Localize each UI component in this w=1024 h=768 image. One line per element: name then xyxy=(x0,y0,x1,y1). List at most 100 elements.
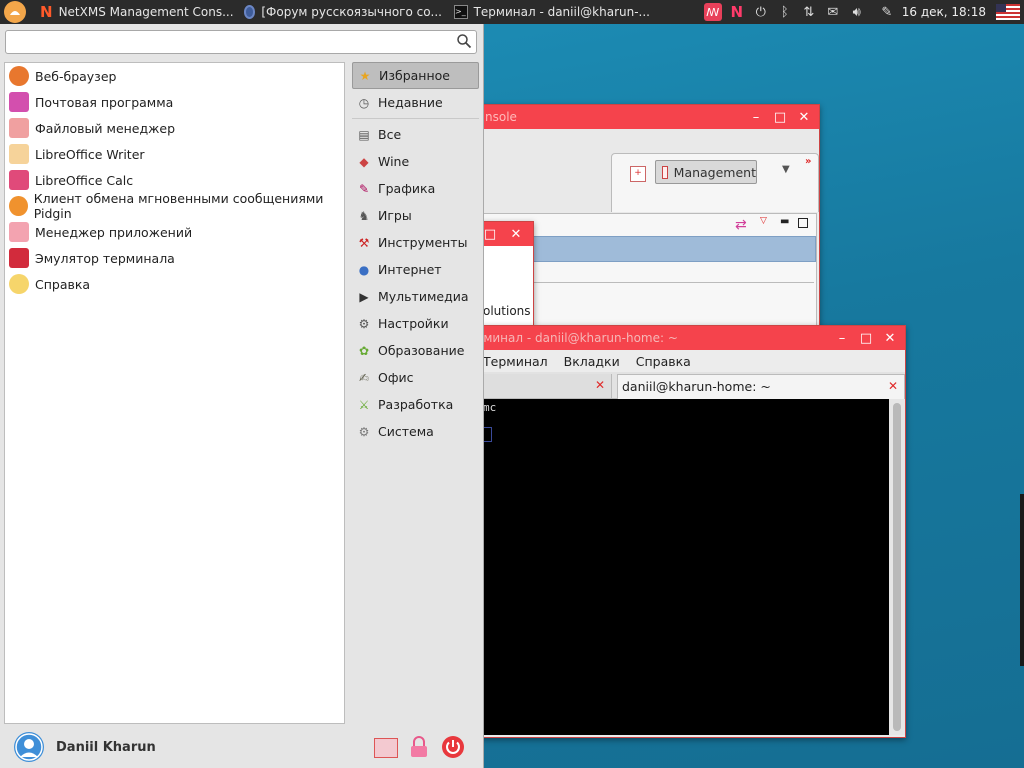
app-label: Веб-браузер xyxy=(35,68,117,84)
terminal-screen[interactable]: mc xyxy=(471,399,889,735)
app-label: Файловый менеджер xyxy=(35,120,176,136)
app-indicator-icon[interactable]: ꟿ xyxy=(703,3,722,21)
minimize-button[interactable]: – xyxy=(833,329,851,347)
terminal-titlebar[interactable]: Терминал - daniil@kharun-home: ~ – □ ✕ xyxy=(461,326,905,350)
taskbar-item-netxms[interactable]: N NetXMS Management Cons... xyxy=(34,0,238,24)
scrollbar-thumb[interactable] xyxy=(893,403,901,731)
view-maximize-icon[interactable] xyxy=(798,218,808,228)
category-settings[interactable]: ⚙ Настройки xyxy=(352,310,479,337)
app-item[interactable]: LibreOffice Writer xyxy=(5,141,344,167)
tab-close-icon[interactable]: ✕ xyxy=(595,378,605,392)
category-label: Интернет xyxy=(378,262,442,277)
app-label: Почтовая программа xyxy=(35,94,174,110)
terminal-window[interactable]: Терминал - daniil@kharun-home: ~ – □ ✕ Т… xyxy=(461,325,906,738)
menu-terminal[interactable]: Терминал xyxy=(483,354,548,369)
menu-bottom-bar: Daniil Kharun xyxy=(0,724,483,768)
taskbar-item-terminal[interactable]: >_ Терминал - daniil@kharun-... xyxy=(448,0,656,24)
settings-manager-icon[interactable] xyxy=(374,738,398,758)
category-label: Разработка xyxy=(378,397,454,412)
minimize-button[interactable]: – xyxy=(747,108,765,126)
overflow-icon[interactable]: » xyxy=(805,156,811,167)
mail-icon[interactable]: ✉ xyxy=(824,3,842,21)
category-label: Графика xyxy=(378,181,436,196)
network-icon[interactable]: ⇅ xyxy=(800,3,818,21)
app-item[interactable]: Менеджер приложений xyxy=(5,219,344,245)
app-menu: Веб-браузер Почтовая программа Файловый ме… xyxy=(0,24,484,768)
avatar[interactable] xyxy=(14,732,44,762)
menu-tabs[interactable]: Вкладки xyxy=(564,354,620,369)
task-label: Терминал - daniil@kharun-... xyxy=(473,5,650,19)
close-button[interactable]: ✕ xyxy=(795,108,813,126)
terminal-tab-1[interactable]: ✕ xyxy=(471,374,612,398)
pidgin-icon xyxy=(9,196,28,216)
category-all[interactable]: ▤ Все xyxy=(352,121,479,148)
education-icon: ✿ xyxy=(358,343,370,358)
category-graphics[interactable]: ✎ Графика xyxy=(352,175,479,202)
terminal-tab-2[interactable]: daniil@kharun-home: ~ ✕ xyxy=(617,374,905,399)
category-label: Недавние xyxy=(378,95,443,110)
maximize-button[interactable]: □ xyxy=(771,108,789,126)
chevron-down-icon[interactable]: ▼ xyxy=(782,164,790,175)
app-item[interactable]: Почтовая программа xyxy=(5,89,344,115)
app-item[interactable]: Справка xyxy=(5,271,344,297)
user-name: Daniil Kharun xyxy=(56,740,156,755)
category-internet[interactable]: ● Интернет xyxy=(352,256,479,283)
terminal-scrollbar[interactable] xyxy=(889,399,905,735)
app-item[interactable]: Клиент обмена мгновенными сообщениями Pi… xyxy=(5,191,344,221)
search-box[interactable] xyxy=(5,30,477,54)
app-list: Веб-браузер Почтовая программа Файловый ме… xyxy=(4,62,345,724)
category-star[interactable]: ★ Избранное xyxy=(352,62,479,89)
notes-icon[interactable]: ✎ xyxy=(878,3,896,21)
category-development[interactable]: ⚔ Разработка xyxy=(352,391,479,418)
category-games[interactable]: ♞ Игры xyxy=(352,202,479,229)
writer-icon xyxy=(9,144,29,164)
system-tray: ꟿ N ⏻ ᛒ ⇅ ✉ 🔊︎ ✎ 16 дек, 18:18 xyxy=(703,0,1024,24)
category-clock[interactable]: ◷ Недавние xyxy=(352,89,479,116)
category-wine[interactable]: ◆ Wine xyxy=(352,148,479,175)
app-label: LibreOffice Writer xyxy=(35,146,145,162)
flag-canton xyxy=(996,4,1006,12)
close-button[interactable]: ✕ xyxy=(881,329,899,347)
clock[interactable]: 16 дек, 18:18 xyxy=(902,5,986,19)
settings-icon: ⚙ xyxy=(358,316,370,331)
search-input[interactable] xyxy=(10,32,454,54)
category-divider xyxy=(352,118,479,119)
perspective-management-button[interactable]: Management xyxy=(655,160,757,184)
menu-help[interactable]: Справка xyxy=(636,354,691,369)
app-item[interactable]: Веб-браузер xyxy=(5,63,344,89)
power-icon[interactable] xyxy=(441,735,465,762)
tab-close-icon[interactable]: ✕ xyxy=(888,379,898,393)
view-menu-icon[interactable]: ▽ xyxy=(760,216,767,226)
open-perspective-icon[interactable]: + xyxy=(630,166,646,182)
volume-icon[interactable]: 🔊︎ xyxy=(848,3,866,21)
task-label: [Форум русскоязычного со... xyxy=(261,5,442,19)
category-education[interactable]: ✿ Образование xyxy=(352,337,479,364)
maximize-button[interactable]: □ xyxy=(857,329,875,347)
category-multimedia[interactable]: ▶ Мультимедиа xyxy=(352,283,479,310)
netxms-tray-icon[interactable]: N xyxy=(728,3,746,21)
mail-icon xyxy=(9,92,29,112)
search-icon[interactable] xyxy=(456,33,472,52)
us-flag-icon[interactable] xyxy=(996,4,1020,20)
app-item[interactable]: LibreOffice Calc xyxy=(5,167,344,193)
lock-screen-icon[interactable] xyxy=(409,736,429,761)
category-system[interactable]: ⚙ Система xyxy=(352,418,479,445)
category-tools[interactable]: ⚒ Инструменты xyxy=(352,229,479,256)
netxms-toolbar-area: + Management ▼ » xyxy=(471,129,819,213)
app-label: Справка xyxy=(35,276,91,292)
sync-icon[interactable]: ⇄ xyxy=(735,217,747,233)
whisker-menu-button[interactable] xyxy=(4,1,26,23)
close-button[interactable]: ✕ xyxy=(507,225,525,243)
top-panel: N NetXMS Management Cons... [Форум русск… xyxy=(0,0,1024,24)
all-icon: ▤ xyxy=(358,127,370,142)
web-browser-icon xyxy=(9,66,29,86)
power-plug-icon[interactable]: ⏻ xyxy=(752,3,770,21)
bluetooth-icon[interactable]: ᛒ xyxy=(776,3,794,21)
app-item[interactable]: Файловый менеджер xyxy=(5,115,344,141)
netxms-title: nsole xyxy=(485,110,517,124)
view-minimize-icon[interactable]: ▬ xyxy=(780,216,789,227)
netxms-titlebar[interactable]: nsole – □ ✕ xyxy=(471,105,819,129)
app-item[interactable]: Эмулятор терминала xyxy=(5,245,344,271)
category-office[interactable]: ✍ Офис xyxy=(352,364,479,391)
taskbar-item-browser[interactable]: [Форум русскоязычного со... xyxy=(238,0,448,24)
